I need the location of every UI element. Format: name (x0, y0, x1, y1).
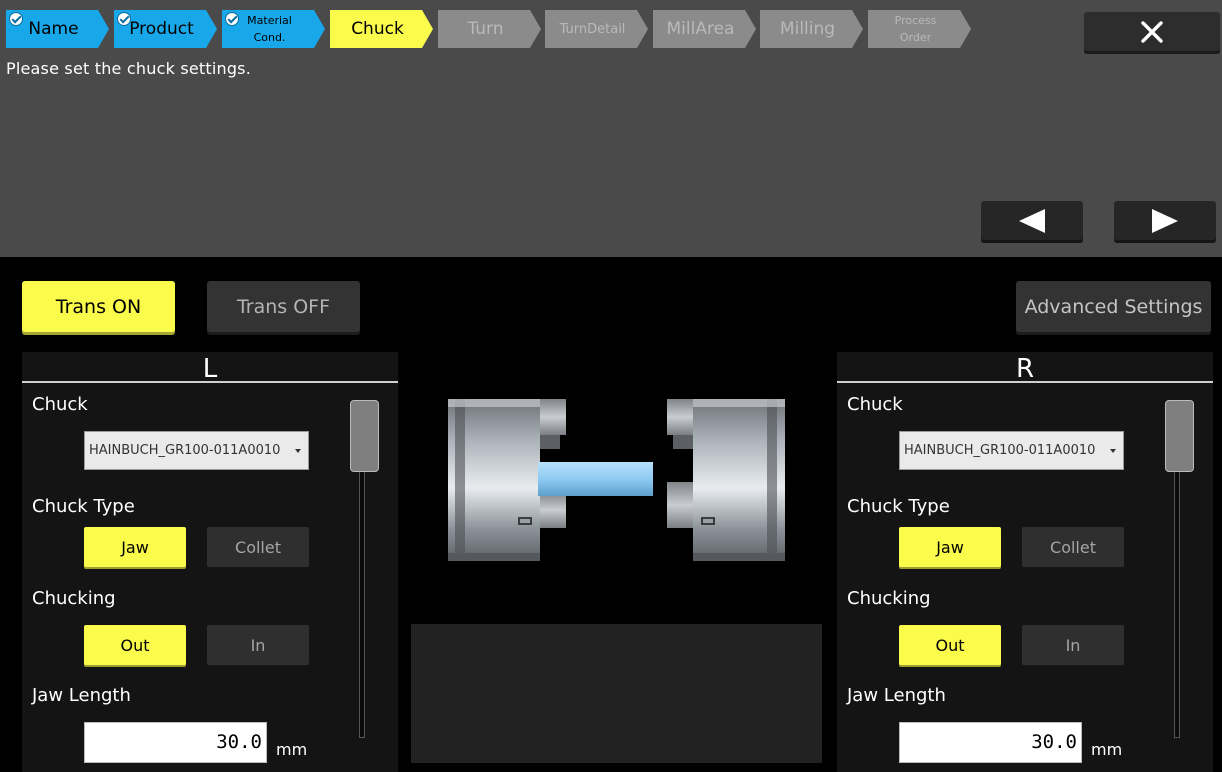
step-label: Material Cond. (247, 12, 292, 46)
step-label: Name (28, 18, 79, 39)
step-label-line2: Order (899, 31, 932, 44)
next-button[interactable] (1114, 201, 1216, 240)
chucking-label: Chucking (32, 588, 116, 609)
chuck-type-label: Chuck Type (847, 496, 950, 517)
wizard-header: Name Product Material Cond. Chuck Turn T… (0, 0, 1222, 257)
previous-button[interactable] (981, 201, 1083, 240)
step-label: Milling (779, 18, 836, 39)
step-turn[interactable]: Turn (438, 10, 541, 48)
jaw-length-label: Jaw Length (32, 685, 131, 706)
step-name[interactable]: Name (6, 10, 109, 48)
instruction-text: Please set the chuck settings. (6, 59, 252, 78)
checkmark-icon (225, 12, 239, 26)
close-icon (1141, 20, 1163, 43)
step-milling[interactable]: Milling (760, 10, 863, 48)
step-label-line2: Cond. (253, 31, 286, 44)
right-chuck-body (667, 399, 785, 561)
step-material-cond[interactable]: Material Cond. (222, 10, 325, 48)
chuck-illustration (448, 399, 785, 561)
step-label: Process Order (895, 12, 937, 46)
jaw-length-input[interactable]: 30.0 (84, 722, 267, 763)
step-product[interactable]: Product (114, 10, 217, 48)
advanced-settings-button[interactable]: Advanced Settings (1016, 281, 1211, 332)
chuck-select[interactable]: HAINBUCH_GR100-011A0010 (84, 431, 309, 470)
chuck-type-collet[interactable]: Collet (1022, 527, 1124, 567)
chuck-type-jaw[interactable]: Jaw (899, 527, 1001, 567)
chucking-in[interactable]: In (1022, 625, 1124, 665)
left-chuck-panel: L Chuck HAINBUCH_GR100-011A0010 Chuck Ty… (22, 352, 398, 772)
trans-off-button[interactable]: Trans OFF (207, 281, 360, 332)
step-label: Turn (467, 18, 504, 39)
step-turn-detail[interactable]: TurnDetail (545, 10, 648, 48)
jaw-length-unit: mm (1091, 740, 1123, 759)
step-label-line1: Material (247, 13, 292, 27)
panel-title: L (22, 352, 398, 384)
chucking-in[interactable]: In (207, 625, 309, 665)
jaw-length-label: Jaw Length (847, 685, 946, 706)
triangle-left-icon (1019, 208, 1045, 233)
chuck-preview (411, 352, 822, 622)
chuck-type-label: Chuck Type (32, 496, 135, 517)
triangle-right-icon (1152, 208, 1178, 233)
step-mill-area[interactable]: MillArea (653, 10, 756, 48)
chuck-label: Chuck (847, 394, 903, 415)
chuck-select-value: HAINBUCH_GR100-011A0010 (904, 443, 1096, 458)
trans-on-button[interactable]: Trans ON (22, 281, 175, 332)
checkmark-icon (9, 12, 23, 26)
panel-title: R (837, 352, 1213, 384)
chuck-label: Chuck (32, 394, 88, 415)
step-label: MillArea (666, 18, 735, 39)
step-process-order[interactable]: Process Order (868, 10, 971, 48)
step-label: TurnDetail (559, 21, 626, 37)
workpiece (538, 462, 653, 496)
jaw-length-input[interactable]: 30.0 (899, 722, 1082, 763)
center-lower-panel (411, 624, 822, 763)
jaw-length-unit: mm (276, 740, 308, 759)
chuck-select[interactable]: HAINBUCH_GR100-011A0010 (899, 431, 1124, 470)
chuck-type-collet[interactable]: Collet (207, 527, 309, 567)
scrollbar-thumb[interactable] (350, 400, 379, 472)
chevron-down-icon (295, 449, 301, 453)
app-window: Name Product Material Cond. Chuck Turn T… (0, 0, 1222, 772)
chucking-out[interactable]: Out (899, 625, 1001, 665)
close-button[interactable] (1084, 12, 1220, 51)
step-label-line1: Process (894, 13, 937, 27)
scrollbar-thumb[interactable] (1165, 400, 1194, 472)
chuck-select-value: HAINBUCH_GR100-011A0010 (89, 443, 281, 458)
right-chuck-panel: R Chuck HAINBUCH_GR100-011A0010 Chuck Ty… (837, 352, 1213, 772)
chucking-out[interactable]: Out (84, 625, 186, 665)
checkmark-icon (117, 12, 131, 26)
chucking-label: Chucking (847, 588, 931, 609)
chevron-down-icon (1110, 449, 1116, 453)
step-label: Chuck (351, 18, 404, 39)
step-label: Product (129, 18, 194, 39)
chuck-type-jaw[interactable]: Jaw (84, 527, 186, 567)
step-chuck[interactable]: Chuck (330, 10, 433, 48)
